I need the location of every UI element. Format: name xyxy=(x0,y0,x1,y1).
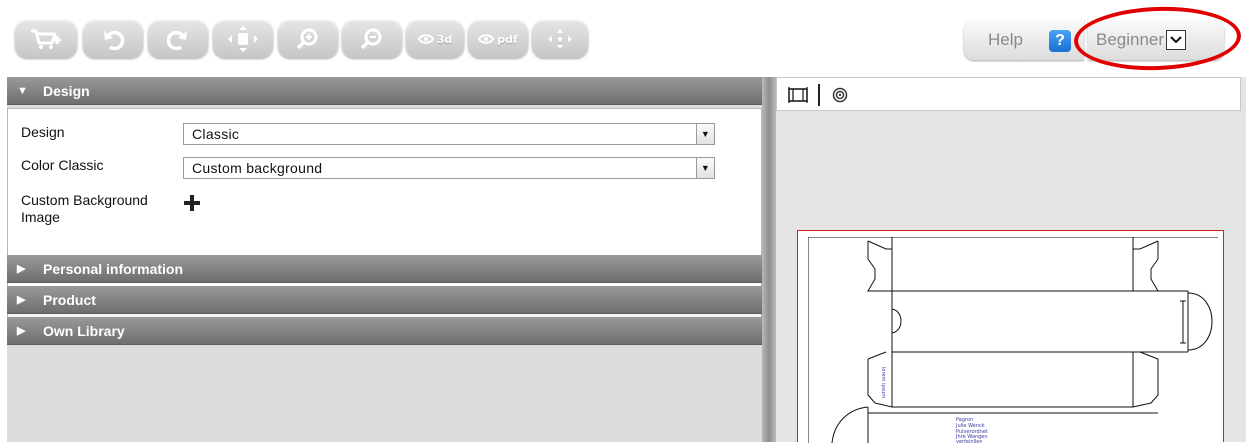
preview-pdf-button[interactable]: pdf xyxy=(468,20,528,58)
add-to-cart-button[interactable] xyxy=(15,20,77,58)
section-header-product[interactable]: ▶ Product xyxy=(7,286,762,314)
main-toolbar: 3d pdf Help ? Beginner xyxy=(0,0,1246,74)
design-select-value: Classic xyxy=(192,126,240,142)
cart-plus-icon xyxy=(29,27,63,51)
label-line-5: verfeinllen xyxy=(956,439,983,443)
fit-to-screen-button[interactable] xyxy=(213,20,273,58)
redo-button[interactable] xyxy=(148,20,208,58)
zoom-out-icon xyxy=(360,27,384,51)
preview-panel: lorem ipsum Pagron Julie Wenck Pulverord… xyxy=(776,77,1246,443)
drag-button[interactable] xyxy=(532,20,588,58)
triangle-right-icon: ▶ xyxy=(17,325,26,337)
zoom-in-button[interactable] xyxy=(278,20,338,58)
dieline-view-icon[interactable] xyxy=(787,86,809,104)
design-canvas[interactable]: lorem ipsum Pagron Julie Wenck Pulverord… xyxy=(797,230,1224,443)
zoom-in-icon xyxy=(296,27,320,51)
help-label: Help xyxy=(988,30,1023,49)
preview-toolbar xyxy=(776,77,1241,111)
move-arrows-icon xyxy=(228,26,258,52)
section-title: Own Library xyxy=(43,322,125,339)
options-panel: ▼ Design Design Classic ▼ Color Classic … xyxy=(7,77,762,442)
side-panel-text: lorem ipsum xyxy=(880,367,886,398)
section-title: Personal information xyxy=(43,260,184,277)
undo-icon xyxy=(102,28,124,50)
target-view-icon[interactable] xyxy=(832,87,848,103)
add-image-plus-icon[interactable] xyxy=(183,194,201,212)
custom-background-label-line1: Custom Background xyxy=(21,192,148,208)
custom-background-label: Custom Background Image xyxy=(21,192,148,226)
eye-icon xyxy=(417,33,434,45)
triangle-right-icon: ▶ xyxy=(17,294,26,306)
design-select[interactable]: Classic ▼ xyxy=(183,123,715,145)
design-field-label: Design xyxy=(21,124,65,140)
panel-splitter[interactable] xyxy=(762,77,776,442)
redo-icon xyxy=(167,28,189,50)
triangle-right-icon: ▶ xyxy=(17,263,26,275)
dropdown-arrow-icon[interactable]: ▼ xyxy=(696,158,714,178)
eye-icon xyxy=(478,33,495,45)
color-classic-select-value: Custom background xyxy=(192,160,323,176)
undo-button[interactable] xyxy=(83,20,143,58)
section-title: Product xyxy=(43,291,96,308)
color-classic-select[interactable]: Custom background ▼ xyxy=(183,157,715,179)
color-classic-label: Color Classic xyxy=(21,157,104,173)
toolbar-divider xyxy=(818,84,820,106)
preview-3d-button[interactable]: 3d xyxy=(406,20,464,58)
box-dieline: lorem ipsum Pagron Julie Wenck Pulverord… xyxy=(808,237,1218,443)
highlight-circle xyxy=(1072,4,1243,73)
custom-background-label-line2: Image xyxy=(21,209,60,225)
preview-pdf-label: pdf xyxy=(497,32,518,46)
zoom-out-button[interactable] xyxy=(342,20,402,58)
section-title: Design xyxy=(43,82,90,99)
section-header-personal-information[interactable]: ▶ Personal information xyxy=(7,255,762,283)
dropdown-arrow-icon[interactable]: ▼ xyxy=(696,124,714,144)
triangle-down-icon: ▼ xyxy=(17,84,28,97)
section-header-own-library[interactable]: ▶ Own Library xyxy=(7,317,762,345)
preview-3d-label: 3d xyxy=(436,32,453,46)
drag-arrows-icon xyxy=(547,28,573,50)
section-header-design[interactable]: ▼ Design xyxy=(7,77,762,105)
help-question-icon[interactable]: ? xyxy=(1049,30,1071,52)
